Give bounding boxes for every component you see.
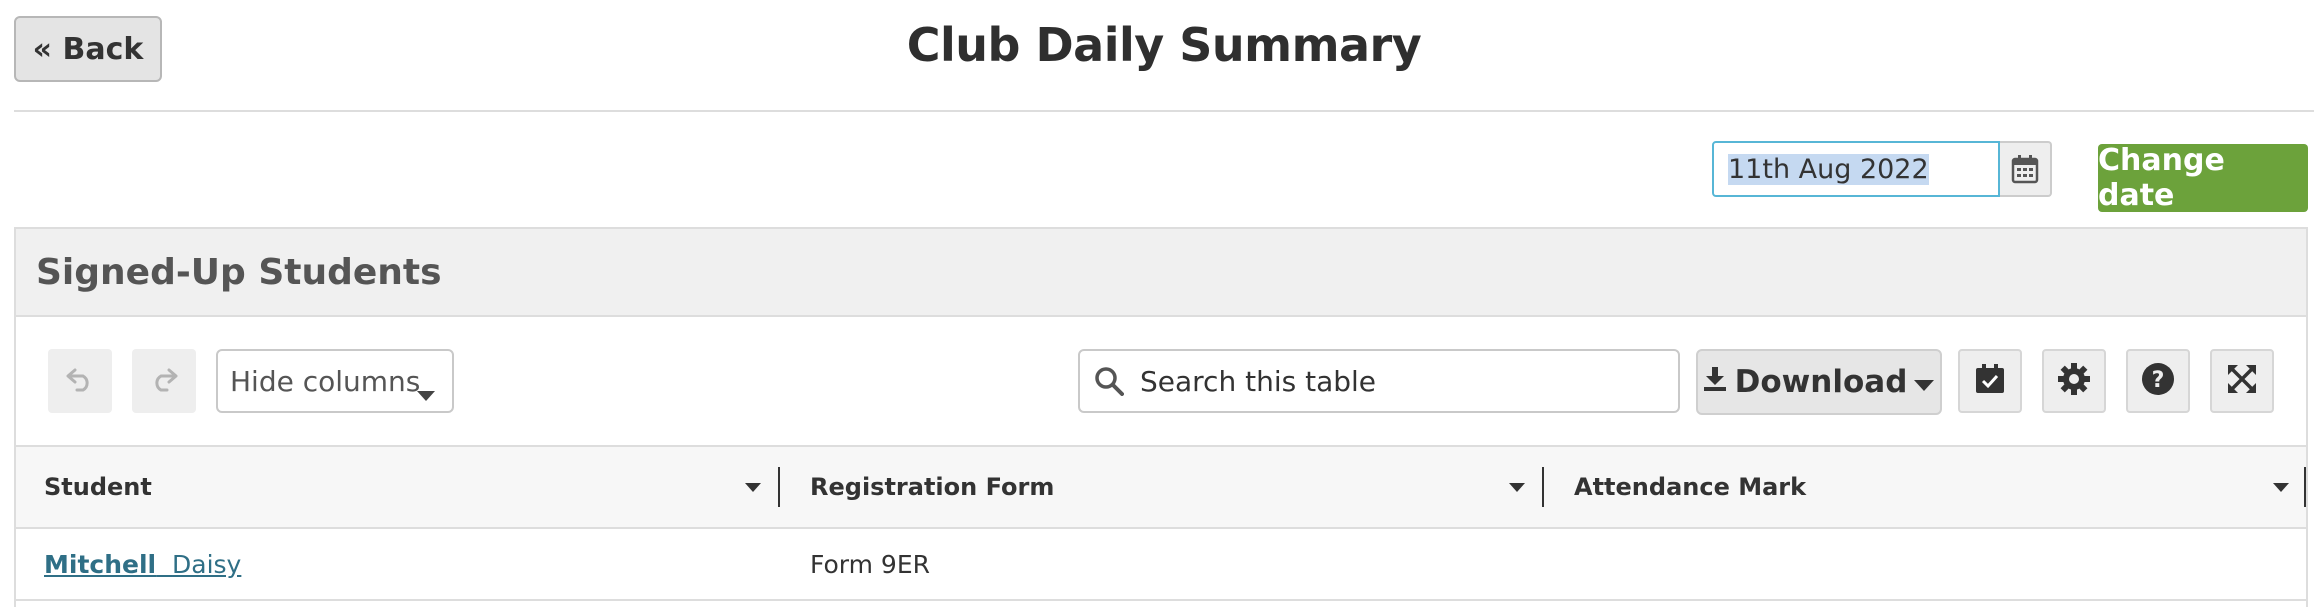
settings-button[interactable] bbox=[2042, 349, 2106, 413]
column-resize-handle[interactable] bbox=[1542, 467, 1544, 507]
undo-button[interactable] bbox=[48, 349, 112, 413]
redo-button[interactable] bbox=[132, 349, 196, 413]
help-button[interactable]: ? bbox=[2126, 349, 2190, 413]
panel-title: Signed-Up Students bbox=[16, 229, 2306, 317]
change-date-button[interactable]: Change date bbox=[2098, 143, 2308, 213]
expand-icon bbox=[2226, 363, 2258, 399]
calendar-icon[interactable] bbox=[2000, 141, 2052, 197]
student-link[interactable]: Mitchell Daisy bbox=[44, 550, 241, 579]
hide-columns-select[interactable]: Hide columns bbox=[216, 349, 454, 413]
gear-icon bbox=[2057, 362, 2091, 400]
date-picker: 11th Aug 2022 bbox=[1712, 141, 2052, 197]
download-label: Download bbox=[1734, 364, 1908, 400]
table-row: Mitchell Daisy Form 9ER bbox=[16, 529, 2306, 601]
table-toolbar: Hide columns Download bbox=[16, 317, 2306, 447]
column-header-student[interactable]: Student bbox=[44, 447, 152, 527]
download-icon bbox=[1703, 364, 1727, 400]
hide-columns-label: Hide columns bbox=[230, 364, 421, 398]
column-menu-icon[interactable] bbox=[1508, 447, 1526, 527]
undo-icon bbox=[65, 366, 95, 396]
column-menu-icon[interactable] bbox=[2272, 447, 2290, 527]
student-cell: Mitchell Daisy bbox=[44, 529, 241, 599]
search-icon bbox=[1080, 366, 1138, 396]
date-input[interactable]: 11th Aug 2022 bbox=[1712, 141, 2000, 197]
column-menu-icon[interactable] bbox=[744, 447, 762, 527]
download-button[interactable]: Download bbox=[1696, 349, 1942, 415]
table-header: Student Registration Form Attendance Mar… bbox=[16, 447, 2306, 529]
page-title: Club Daily Summary bbox=[906, 18, 1422, 72]
svg-text:?: ? bbox=[2152, 368, 2165, 393]
caret-down-icon bbox=[416, 376, 436, 409]
column-header-attendance-mark[interactable]: Attendance Mark bbox=[1574, 447, 1806, 527]
date-value: 11th Aug 2022 bbox=[1728, 153, 1929, 185]
column-header-registration-form[interactable]: Registration Form bbox=[810, 447, 1054, 527]
search-input[interactable] bbox=[1138, 363, 1642, 399]
registration-form-cell: Form 9ER bbox=[810, 549, 930, 579]
question-circle-icon: ? bbox=[2141, 362, 2175, 400]
calendar-check-icon bbox=[1974, 363, 2006, 399]
top-bar: « Back Club Daily Summary bbox=[14, 0, 2314, 112]
signed-up-students-panel: Signed-Up Students Hide columns Search t… bbox=[14, 227, 2308, 607]
caret-down-icon bbox=[1913, 364, 1935, 400]
redo-icon bbox=[149, 366, 179, 396]
select-button[interactable] bbox=[1958, 349, 2022, 413]
fullscreen-button[interactable] bbox=[2210, 349, 2274, 413]
table-search bbox=[1078, 349, 1680, 413]
column-resize-handle[interactable] bbox=[2304, 467, 2306, 507]
column-resize-handle[interactable] bbox=[778, 467, 780, 507]
